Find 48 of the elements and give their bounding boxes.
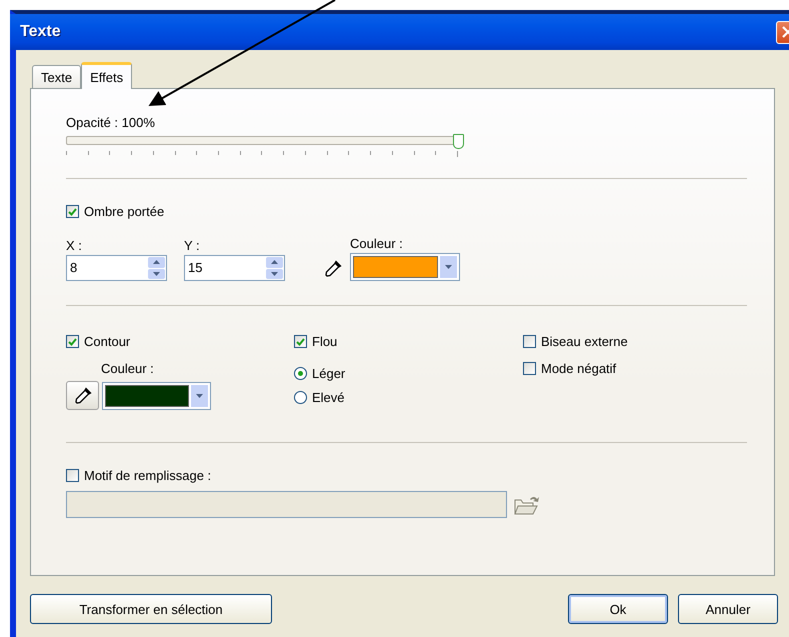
field-label: X : (66, 238, 83, 253)
checkbox-label: Flou (312, 334, 338, 349)
color-label: Couleur : (101, 361, 155, 376)
tab[interactable]: Texte (32, 65, 82, 88)
color-dropdown[interactable] (102, 382, 211, 410)
checkbox[interactable] (523, 362, 536, 375)
radio-button[interactable] (294, 391, 307, 404)
dropdown-arrow-button[interactable] (440, 256, 457, 278)
checkbox-label: Ombre portée (84, 204, 164, 219)
path-field[interactable] (66, 491, 507, 518)
checkbox[interactable] (66, 205, 79, 218)
caret-up-icon (153, 260, 160, 264)
caret-down-icon (153, 272, 160, 276)
caret-down-icon (196, 394, 203, 398)
radio-label: Léger (312, 366, 346, 381)
caret-down-icon (271, 272, 278, 276)
dialog-button[interactable]: Annuler (678, 594, 778, 624)
caret-up-icon (271, 260, 278, 264)
spin-up-button[interactable] (148, 257, 165, 268)
eyedropper-icon (74, 386, 92, 404)
checkbox-label: Biseau externe (541, 334, 628, 349)
checkbox-label: Motif de remplissage : (84, 468, 212, 483)
spin-down-button[interactable] (266, 268, 283, 279)
eyedropper-button[interactable] (66, 381, 99, 410)
checkbox[interactable] (523, 335, 536, 348)
eyedropper-icon (324, 260, 342, 278)
checkbox[interactable] (66, 469, 79, 482)
checkbox-label: Mode négatif (541, 361, 616, 376)
color-dropdown[interactable] (350, 253, 460, 281)
radio-button[interactable] (294, 367, 307, 380)
opacity-label: Opacité : 100% (66, 115, 156, 130)
tab[interactable]: Effets (81, 62, 132, 89)
radio-label: Elevé (312, 390, 345, 405)
window-title: Texte (20, 23, 61, 41)
spin-up-button[interactable] (266, 257, 283, 268)
dialog-button[interactable]: Ok (568, 594, 668, 624)
checkbox-label: Contour (84, 334, 130, 349)
dialog-button[interactable]: Transformer en sélection (30, 594, 272, 624)
checkbox[interactable] (66, 335, 79, 348)
caret-down-icon (445, 265, 452, 269)
spin-down-button[interactable] (148, 268, 165, 279)
field-label: Y : (184, 238, 201, 253)
slider-thumb[interactable] (453, 134, 464, 149)
x-field[interactable]: 8 (66, 255, 167, 281)
dropdown-arrow-button[interactable] (191, 384, 208, 406)
color-label: Couleur : (350, 236, 404, 251)
checkbox[interactable] (294, 335, 307, 348)
y-field[interactable]: 15 (184, 255, 285, 281)
